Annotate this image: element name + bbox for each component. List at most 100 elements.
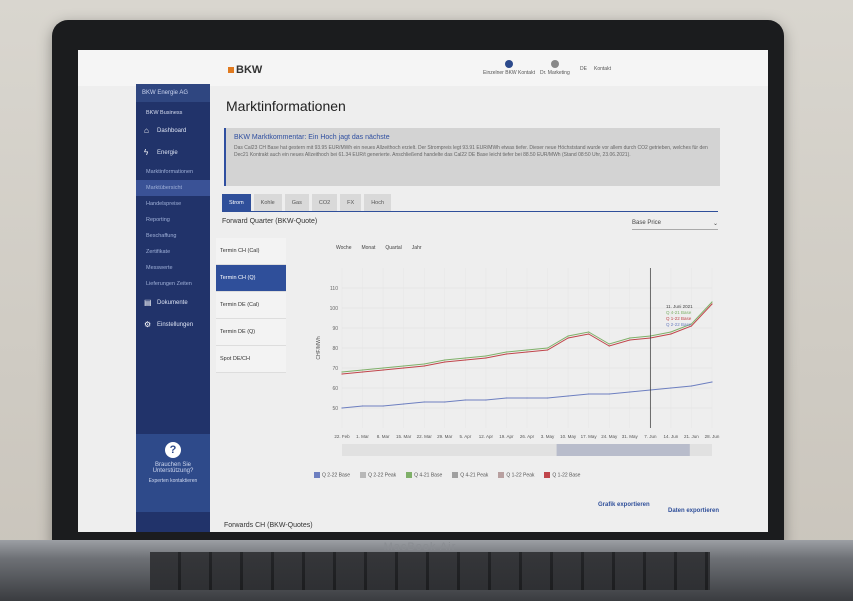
forwards-title: Forwards CH (BKW-Quotes): [224, 522, 313, 529]
period-woche[interactable]: Woche: [336, 245, 351, 251]
data-point: [629, 391, 631, 393]
data-point: [505, 351, 508, 353]
x-tick-label: 22. Mar: [417, 434, 433, 439]
bkw-logo[interactable]: BKW: [228, 64, 262, 76]
data-point: [711, 303, 713, 305]
sidebar-item-reporting[interactable]: Reporting: [136, 212, 210, 228]
sidebar-item-dashboard[interactable]: ⌂ Dashboard: [136, 120, 210, 142]
gear-icon: ⚙: [144, 320, 152, 329]
period-monat[interactable]: Monat: [361, 245, 375, 251]
data-point: [608, 343, 610, 345]
term-spot[interactable]: Spot DE/CH: [216, 346, 286, 373]
data-point: [526, 351, 528, 353]
help-link[interactable]: Experten kontaktieren: [136, 478, 210, 484]
tab-hoch[interactable]: Hoch: [364, 194, 392, 212]
legend-label: Q 4-21 Peak: [460, 472, 489, 479]
legend-item[interactable]: Q 2-22 Base: [314, 472, 350, 478]
tab-co2[interactable]: CO2: [311, 194, 338, 212]
term-de-q[interactable]: Termin DE (Q): [216, 319, 286, 346]
period-quartal[interactable]: Quartal: [385, 245, 401, 251]
chevron-down-icon: ⌄: [712, 221, 718, 227]
x-tick-label: 10. May: [560, 434, 577, 439]
sidebar-item-einstellungen[interactable]: ⚙ Einstellungen: [136, 314, 210, 336]
price-type-select[interactable]: Base Price ⌄: [632, 220, 718, 230]
y-tick-label: 110: [330, 286, 338, 292]
data-point: [403, 365, 405, 367]
y-axis-label: CHF/MWh: [316, 336, 322, 360]
x-tick-label: 24. May: [601, 434, 618, 439]
term-list: Termin CH (Cal) Termin CH (Q) Termin DE …: [216, 238, 286, 373]
sidebar-item-messwerte[interactable]: Messwerte: [136, 260, 210, 276]
section-title: Forward Quarter (BKW-Quote): [222, 218, 318, 225]
tab-kohle[interactable]: Kohle: [253, 194, 282, 212]
legend-item[interactable]: Q 2-22 Peak: [360, 472, 396, 478]
sidebar-item-marktuebersicht[interactable]: Marktübersicht: [136, 180, 210, 196]
legend-swatch: [406, 472, 413, 478]
legend-label: Q 4-21 Base: [414, 472, 443, 479]
comment-title: BKW Marktkommentar: Ein Hoch jagt das nä…: [234, 134, 390, 141]
x-tick-label: 28. Jun: [705, 434, 720, 439]
sidebar-item-lieferungen[interactable]: Lieferungen Zeiten: [136, 276, 210, 292]
x-tick-label: 7. Jun: [644, 434, 657, 439]
sidebar-item-handelspreise[interactable]: Handelspreise: [136, 196, 210, 212]
period-jahr[interactable]: Jahr: [412, 245, 422, 251]
language-switch[interactable]: DE: [580, 66, 587, 72]
data-point: [567, 337, 569, 339]
data-point: [341, 407, 343, 409]
export-graph-link[interactable]: Grafik exportieren: [598, 502, 650, 508]
avatar: [504, 60, 513, 68]
user-control[interactable]: Dr. Marketing: [540, 60, 570, 76]
data-point: [588, 393, 590, 395]
chart-svg[interactable]: 50 60 70 80 90 100 110 22. Feb 1. Mar 8. Mar 15. M…: [312, 260, 722, 460]
tab-strom[interactable]: Strom: [222, 194, 251, 212]
chart-legend: Q 2-22 Base Q 2-22 Peak Q 4-21 Base Q 4-21 …: [314, 472, 580, 478]
sidebar-item-energie[interactable]: ϟ Energie: [136, 142, 210, 164]
data-point: [403, 367, 405, 369]
sidebar-item-zertifikate[interactable]: Zertifikate: [136, 244, 210, 260]
data-point: [382, 405, 384, 407]
legend-swatch: [498, 472, 505, 478]
data-point: [341, 371, 343, 373]
data-point: [423, 401, 425, 403]
sidebar-item-marktinformationen[interactable]: Marktinformationen: [136, 164, 210, 180]
legend-item[interactable]: Q 1-22 Peak: [498, 472, 534, 478]
data-point: [444, 401, 446, 403]
top-bar: BKW Einzelner BKW Kontakt Dr. Marketing …: [78, 50, 768, 86]
legend-item[interactable]: Q 1-22 Base: [544, 472, 580, 478]
data-point: [382, 369, 384, 371]
data-point: [505, 397, 508, 399]
data-point: [629, 337, 631, 339]
sidebar-item-beschaffung[interactable]: Beschaffung: [136, 228, 210, 244]
y-tick-label: 90: [332, 326, 338, 332]
price-chart[interactable]: 50 60 70 80 90 100 110 22. Feb 1. Mar 8. Mar 15. M…: [312, 260, 722, 460]
legend-label: Q 2-22 Base: [322, 472, 351, 479]
user-icon: [550, 60, 559, 68]
data-point: [341, 373, 343, 375]
data-point: [588, 331, 590, 333]
y-tick-label: 70: [332, 366, 338, 372]
sidebar: BKW Energie AG BKW Business ⌂ Dashboard ϟ…: [136, 84, 210, 532]
term-de-cal[interactable]: Termin DE (Cal): [216, 292, 286, 319]
export-data-link[interactable]: Daten exportieren: [668, 508, 719, 514]
logo-mark: [228, 67, 234, 74]
data-point: [444, 361, 446, 363]
contact-avatar-control[interactable]: Einzelner BKW Kontakt: [483, 60, 535, 76]
data-point: [670, 333, 672, 335]
tab-divider: [222, 211, 718, 212]
business-label: BKW Business: [146, 110, 183, 116]
tab-fx[interactable]: FX: [340, 194, 362, 212]
contact-link[interactable]: Kontakt: [594, 66, 611, 72]
laptop-brand-label: MacBook Air: [383, 541, 457, 553]
help-title: Brauchen Sie Unterstützung?: [152, 462, 194, 474]
data-point: [361, 369, 364, 371]
data-point: [423, 363, 425, 365]
term-ch-cal[interactable]: Termin CH (Cal): [216, 238, 286, 265]
sidebar-item-dokumente[interactable]: ▤ Dokumente: [136, 292, 210, 314]
legend-item[interactable]: Q 4-21 Base: [406, 472, 442, 478]
tab-gas[interactable]: Gas: [284, 194, 309, 212]
x-tick-label: 12. Apr: [479, 434, 494, 439]
data-point: [361, 371, 364, 373]
x-tick-label: 22. Feb: [334, 434, 350, 439]
legend-item[interactable]: Q 4-21 Peak: [452, 472, 488, 478]
term-ch-q[interactable]: Termin CH (Q): [216, 265, 286, 292]
